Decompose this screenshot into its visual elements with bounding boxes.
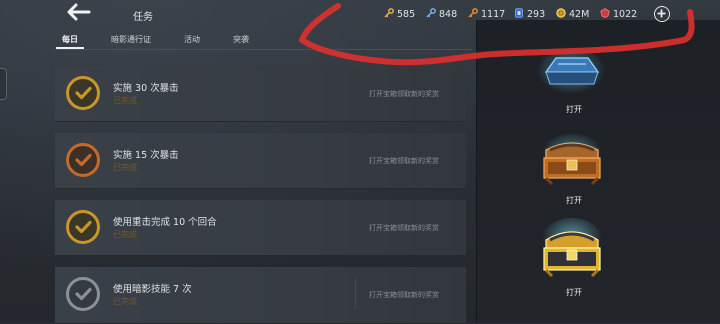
tab-shadow-pass[interactable]: 暗影通行证 [111, 34, 151, 45]
resource-value: 585 [397, 9, 416, 20]
energy-icon [514, 8, 524, 18]
task-name: 使用重击完成 10 个回合 [113, 217, 217, 228]
chest-open-label: 打开 [566, 288, 582, 297]
top-bar: 任务 585 848 1117 293 42M 1022 [0, 0, 720, 28]
task-name: 实施 15 次暴击 [113, 150, 179, 161]
side-drawer-handle[interactable] [0, 68, 7, 100]
tab-daily[interactable]: 每日 [62, 34, 78, 45]
add-currency-button[interactable] [654, 6, 670, 22]
chest-bronze[interactable] [534, 128, 610, 194]
resource-gems: 1022 [600, 8, 637, 20]
resource-value: 848 [439, 9, 458, 20]
task-status: 已完成 [113, 230, 137, 239]
tab-bar: 每日 暗影通行证 活动 突袭 [55, 34, 475, 50]
back-arrow-icon[interactable] [64, 3, 94, 23]
resource-value: 293 [527, 9, 546, 20]
task-name: 实施 30 次暴击 [113, 83, 179, 94]
resource-value: 1022 [613, 9, 638, 20]
task-row: 使用重击完成 10 个回合 已完成 打开宝箱领取新的奖赏 [55, 200, 466, 256]
completed-check-icon [66, 277, 100, 311]
chest-gold[interactable] [534, 218, 610, 284]
ruby-gem-icon [600, 8, 610, 18]
tab-active-indicator [56, 47, 84, 49]
resource-blue-key: 848 [426, 8, 457, 20]
resource-value: 42M [569, 9, 590, 20]
task-hint: 打开宝箱领取新的奖赏 [369, 291, 439, 299]
tab-raid[interactable]: 突袭 [233, 34, 249, 45]
resource-value: 1117 [481, 9, 506, 20]
chest-blue[interactable] [536, 30, 606, 100]
gold-key-icon [384, 8, 394, 18]
task-hint: 打开宝箱领取新的奖赏 [369, 224, 439, 232]
chest-open-label: 打开 [566, 196, 582, 205]
task-row: 使用暗影技能 7 次 已完成 打开宝箱领取新的奖赏 [55, 267, 466, 324]
resource-gold-key: 585 [384, 8, 415, 20]
completed-check-icon [66, 76, 100, 110]
blue-key-icon [426, 8, 436, 18]
task-row: 实施 30 次暴击 已完成 打开宝箱领取新的奖赏 [55, 66, 466, 122]
tab-divider [55, 49, 472, 50]
resource-orange-key: 1117 [468, 8, 505, 20]
completed-check-icon [66, 210, 100, 244]
task-hint: 打开宝箱领取新的奖赏 [369, 90, 439, 98]
task-status: 已完成 [113, 297, 137, 306]
resource-gold: 42M [556, 8, 589, 20]
task-divider [355, 279, 356, 309]
page-title: 任务 [133, 12, 153, 23]
task-name: 使用暗影技能 7 次 [113, 284, 192, 295]
task-status: 已完成 [113, 96, 137, 105]
resource-energy: 293 [514, 8, 545, 20]
tab-events[interactable]: 活动 [184, 34, 200, 45]
task-row: 实施 15 次暴击 已完成 打开宝箱领取新的奖赏 [55, 133, 466, 189]
orange-key-icon [468, 8, 478, 18]
task-status: 已完成 [113, 163, 137, 172]
completed-check-icon [66, 143, 100, 177]
task-hint: 打开宝箱领取新的奖赏 [369, 157, 439, 165]
gold-coin-icon [556, 8, 566, 18]
chest-open-label: 打开 [566, 105, 582, 114]
